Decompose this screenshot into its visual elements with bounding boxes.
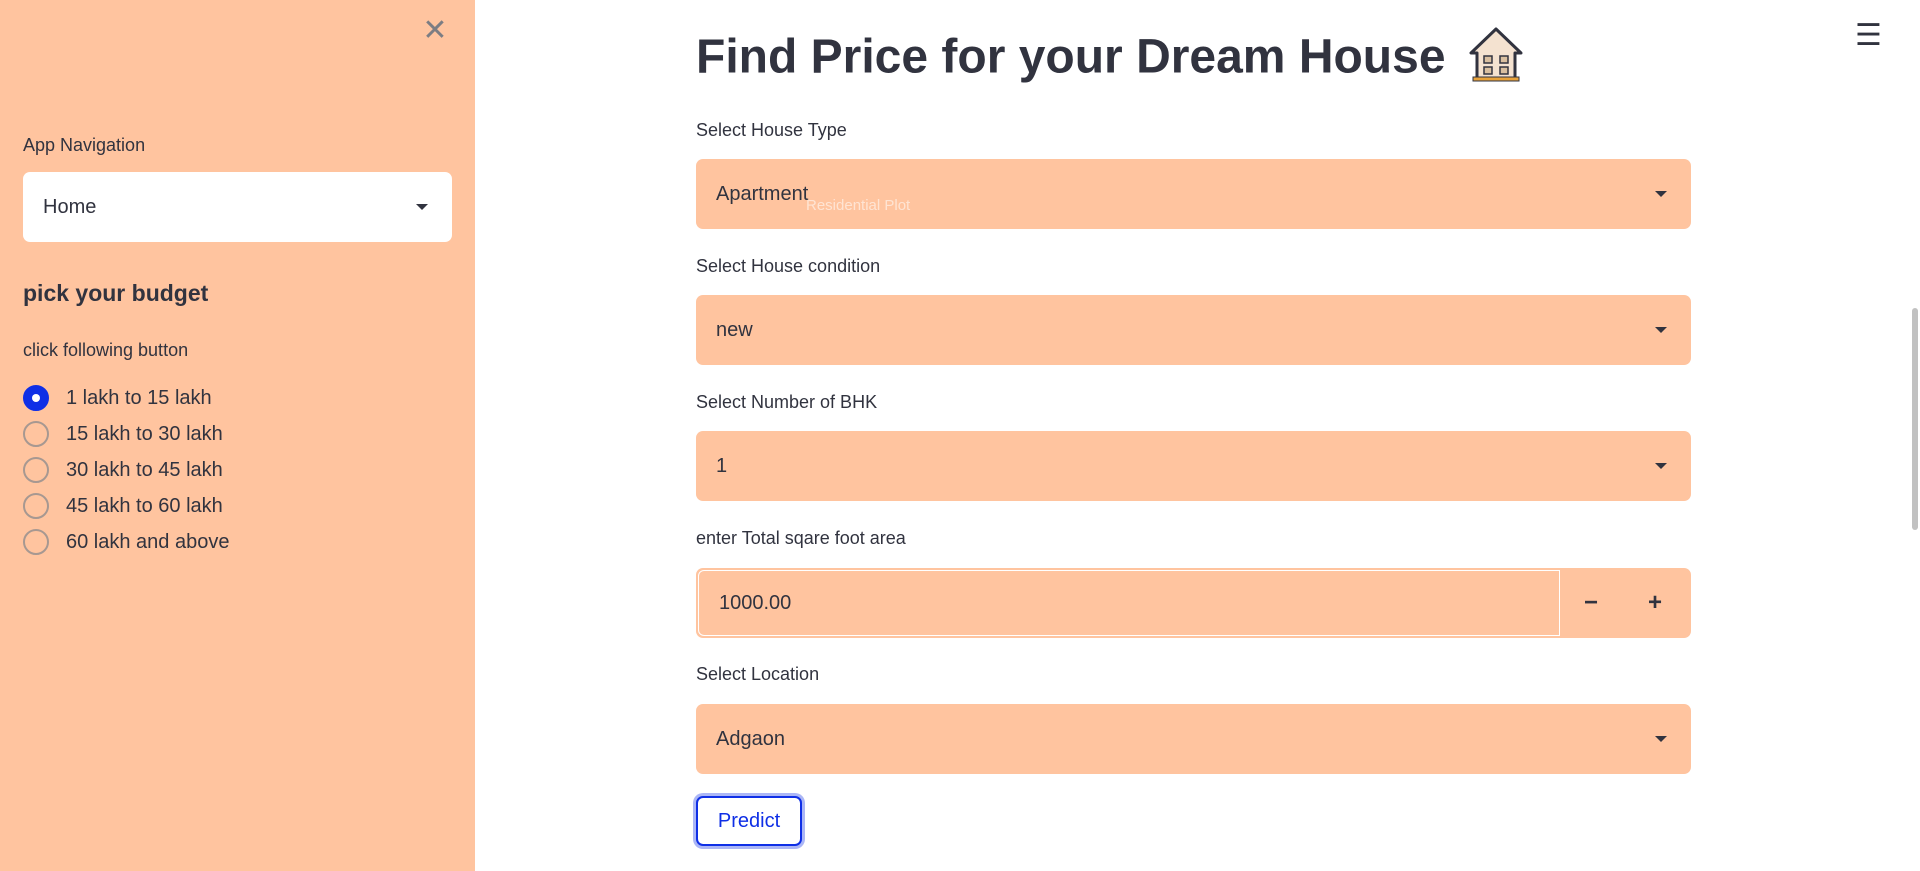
close-icon[interactable]: ✕ — [420, 13, 450, 48]
radio-unchecked-icon[interactable] — [23, 421, 49, 447]
budget-heading: pick your budget — [23, 280, 209, 306]
house-condition-select[interactable]: new — [696, 295, 1691, 365]
radio-checked-icon[interactable] — [23, 385, 49, 411]
house-type-label: Select House Type — [696, 120, 847, 140]
decrement-button[interactable]: − — [1560, 568, 1622, 638]
location-label: Select Location — [696, 664, 820, 684]
location-value: Adgaon — [716, 727, 785, 750]
house-condition-value: new — [716, 318, 753, 341]
house-condition-label: Select House condition — [696, 256, 881, 276]
chevron-down-icon — [1655, 463, 1667, 469]
bhk-label: Select Number of BHK — [696, 392, 878, 412]
radio-unchecked-icon[interactable] — [23, 457, 49, 483]
budget-option-label: 60 lakh and above — [66, 530, 230, 553]
app-navigation-value: Home — [43, 195, 97, 218]
area-label: enter Total sqare foot area — [696, 528, 906, 548]
increment-button[interactable]: + — [1624, 568, 1686, 638]
area-number-input: 1000.00 − + — [696, 568, 1691, 638]
radio-unchecked-icon[interactable] — [23, 493, 49, 519]
area-input[interactable]: 1000.00 — [698, 570, 1560, 636]
page-title-text: Find Price for your Dream House — [696, 30, 1446, 84]
hamburger-menu-icon[interactable]: ☰ — [1855, 18, 1882, 53]
sidebar: ✕ App Navigation Home pick your budget c… — [0, 0, 475, 871]
budget-option-label: 30 lakh to 45 lakh — [66, 458, 223, 481]
chevron-down-icon — [1655, 327, 1667, 333]
bhk-value: 1 — [716, 454, 728, 477]
budget-option-label: 1 lakh to 15 lakh — [66, 386, 212, 409]
house-icon — [1469, 26, 1523, 94]
radio-unchecked-icon[interactable] — [23, 529, 49, 555]
predict-button[interactable]: Predict — [696, 796, 802, 846]
budget-option-2[interactable]: 15 lakh to 30 lakh — [23, 416, 229, 452]
budget-option-4[interactable]: 45 lakh to 60 lakh — [23, 488, 229, 524]
app-navigation-label: App Navigation — [23, 135, 146, 155]
house-type-ghost-text: Residential Plot — [806, 197, 911, 214]
chevron-down-icon — [1655, 736, 1667, 742]
budget-option-3[interactable]: 30 lakh to 45 lakh — [23, 452, 229, 488]
scrollbar[interactable] — [1912, 308, 1918, 530]
location-select[interactable]: Adgaon — [696, 704, 1691, 774]
bhk-select[interactable]: 1 — [696, 431, 1691, 501]
budget-option-5[interactable]: 60 lakh and above — [23, 524, 229, 560]
budget-option-label: 45 lakh to 60 lakh — [66, 494, 223, 517]
budget-subtitle: click following button — [23, 340, 189, 360]
budget-option-label: 15 lakh to 30 lakh — [66, 422, 223, 445]
budget-option-1[interactable]: 1 lakh to 15 lakh — [23, 380, 229, 416]
budget-radio-group: 1 lakh to 15 lakh 15 lakh to 30 lakh 30 … — [23, 380, 229, 560]
house-type-value: Apartment — [716, 182, 809, 205]
chevron-down-icon — [1655, 191, 1667, 197]
app-navigation-select[interactable]: Home — [23, 172, 452, 242]
chevron-down-icon — [416, 204, 428, 210]
page-title: Find Price for your Dream House — [696, 26, 1523, 94]
house-type-select[interactable]: Apartment Residential Plot — [696, 159, 1691, 229]
